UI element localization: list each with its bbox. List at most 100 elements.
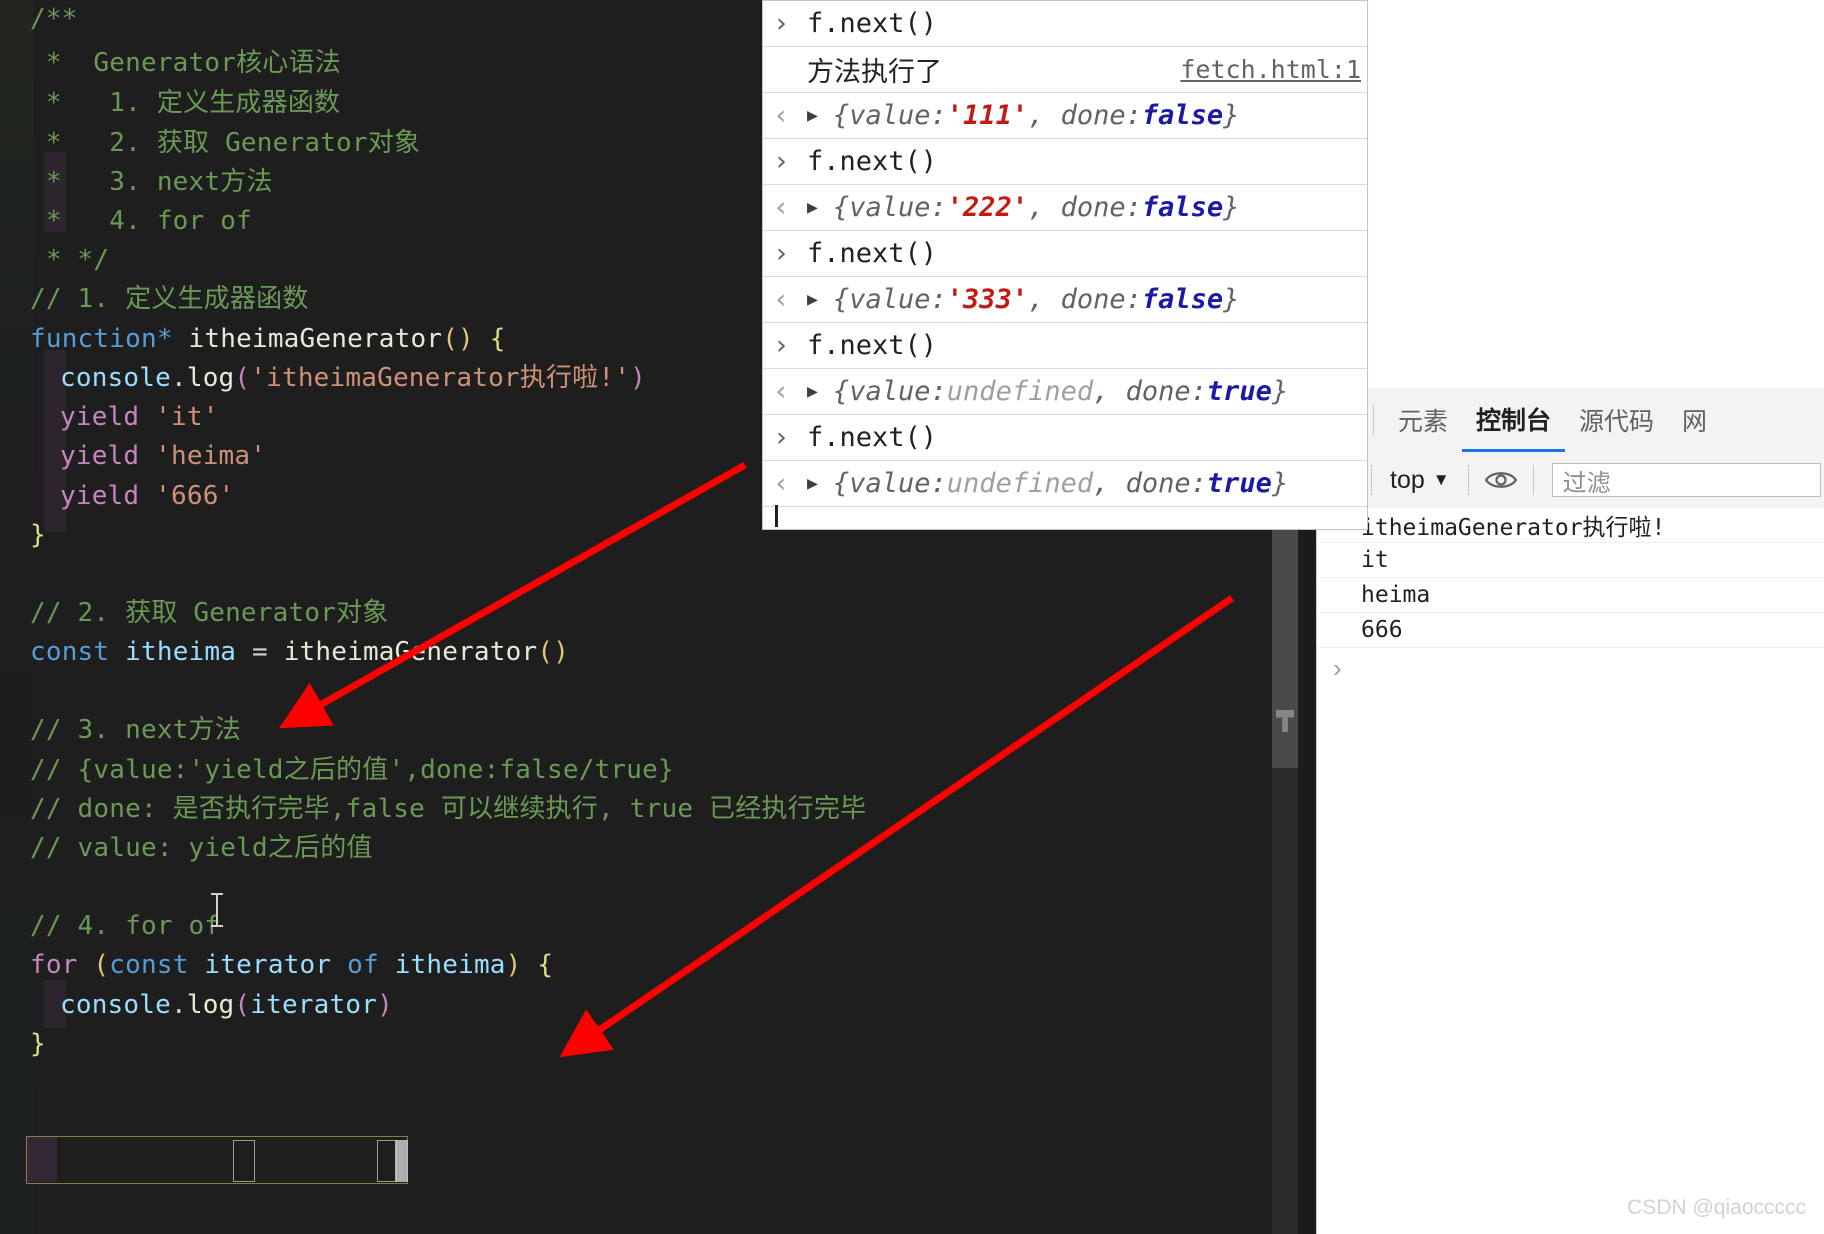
code-line[interactable]: * 3. next方法 — [30, 163, 273, 203]
live-expression-button[interactable] — [1479, 458, 1523, 502]
bracket-match-open — [233, 1140, 255, 1182]
console-prompt[interactable]: › — [1317, 648, 1824, 688]
result-chevron-icon: ‹ — [773, 192, 790, 223]
result-value: undefined — [946, 376, 1094, 407]
code-token: } — [30, 520, 46, 550]
console-input-row: › f.next() — [763, 1, 1367, 47]
code-token: } — [30, 1029, 46, 1059]
chevron-down-icon: ▼ — [1432, 470, 1450, 489]
input-chevron-icon: › — [773, 422, 790, 453]
code-token: 'itheimaGenerator执行啦!' — [250, 363, 631, 393]
bracket-match-close — [377, 1140, 397, 1182]
code-token: log — [186, 363, 235, 393]
console-result-row: ‹ ▶ {value: undefined, done: true} — [763, 369, 1367, 415]
code-line[interactable]: // 2. 获取 Generator对象 — [30, 594, 388, 634]
code-line[interactable]: * 4. for of — [30, 202, 252, 242]
code-line[interactable]: // done: 是否执行完毕,false 可以继续执行, true 已经执行完… — [30, 790, 866, 830]
result-done: false — [1141, 192, 1224, 223]
code-line[interactable]: } — [30, 1025, 46, 1065]
code-token: of — [347, 950, 379, 980]
code-line[interactable]: * Generator核心语法 — [30, 44, 341, 84]
code-line[interactable]: } — [30, 516, 46, 556]
code-line[interactable]: yield '666' — [60, 477, 234, 517]
code-line[interactable]: /** — [30, 0, 78, 40]
code-line[interactable]: for (const iterator of itheima) { — [30, 946, 553, 986]
console-result-row: ‹ ▶ {value: '111', done: false} — [763, 93, 1367, 139]
code-line[interactable]: // 4. for of — [30, 907, 220, 947]
context-selector-label: top — [1390, 465, 1425, 494]
code-token: yield — [60, 441, 140, 471]
code-token: * Generator核心语法 — [30, 48, 341, 78]
code-token: iterator — [250, 990, 378, 1020]
eye-icon — [1484, 472, 1517, 488]
code-token: . — [170, 363, 187, 393]
code-token: // done: 是否执行完毕,false 可以继续执行, true 已经执行完… — [30, 794, 867, 824]
filter-input[interactable]: 过滤 — [1551, 463, 1821, 497]
code-token: * */ — [30, 245, 110, 275]
result-value: '333' — [946, 284, 1029, 315]
code-token: /** — [30, 4, 78, 34]
console-input-text: f.next() — [807, 8, 938, 39]
object-mid: , done: — [1028, 284, 1142, 315]
tab-sources[interactable]: 源代码 — [1565, 388, 1668, 452]
console-input-text: f.next() — [807, 422, 938, 453]
console-input-row: › f.next() — [763, 231, 1367, 277]
code-line[interactable]: * 1. 定义生成器函数 — [30, 84, 340, 124]
code-token: ( — [234, 363, 251, 393]
code-token: ( — [93, 950, 110, 980]
code-token: const — [30, 637, 110, 667]
csdn-watermark: CSDN @qiaoccccc — [1627, 1196, 1806, 1219]
context-selector[interactable]: top ▼ — [1382, 466, 1458, 495]
console-input-text: f.next() — [807, 146, 938, 177]
expand-triangle-icon[interactable]: ▶ — [807, 289, 833, 310]
code-line[interactable]: yield 'it' — [60, 398, 219, 438]
code-token: yield — [60, 481, 140, 511]
code-line[interactable]: // 3. next方法 — [30, 711, 241, 751]
tab-network[interactable]: 网 — [1668, 388, 1721, 452]
console-toolbar[interactable]: top ▼ 过滤 — [1317, 452, 1824, 509]
console-log-row: 666 — [1317, 613, 1824, 648]
object-mid: , done: — [1093, 468, 1207, 499]
code-token: ) — [630, 363, 646, 393]
code-line[interactable]: // {value:'yield之后的值',done:false/true} — [30, 751, 674, 791]
code-line[interactable]: function* itheimaGenerator() { — [30, 320, 506, 360]
object-mid: , done: — [1028, 192, 1142, 223]
code-line[interactable]: // value: yield之后的值 — [30, 829, 373, 869]
console-input-text: f.next() — [807, 330, 938, 361]
console-input-row: › f.next() — [763, 415, 1367, 461]
code-token: ( — [234, 990, 251, 1020]
result-chevron-icon: ‹ — [773, 468, 790, 499]
console-output[interactable]: itheimaGenerator执行啦! it heima 666 › — [1317, 508, 1824, 1234]
object-mid: , done: — [1093, 376, 1207, 407]
code-line[interactable]: * 2. 获取 Generator对象 — [30, 124, 420, 164]
console-source-link[interactable]: fetch.html:1 — [1180, 55, 1361, 84]
code-token: 'heima' — [155, 441, 267, 471]
code-token: // 4. for of — [30, 911, 221, 941]
code-line[interactable]: console.log(iterator) — [60, 986, 393, 1026]
expand-triangle-icon[interactable]: ▶ — [807, 105, 833, 126]
expand-triangle-icon[interactable]: ▶ — [807, 197, 833, 218]
result-done: false — [1141, 100, 1224, 131]
expand-triangle-icon[interactable]: ▶ — [807, 381, 833, 402]
console-input-row: › f.next() — [763, 139, 1367, 185]
code-token: yield — [60, 402, 140, 432]
code-line[interactable]: yield 'heima' — [60, 437, 266, 477]
devtools-panel[interactable]: 元素 控制台 源代码 网 top ▼ 过滤 itheimaGenerator执行… — [1316, 388, 1824, 1234]
tab-elements-label: 元素 — [1398, 408, 1449, 436]
code-line[interactable]: // 1. 定义生成器函数 — [30, 280, 309, 320]
devtools-tabbar[interactable]: 元素 控制台 源代码 网 — [1317, 388, 1824, 453]
code-token: () — [537, 637, 570, 667]
code-line[interactable]: * */ — [30, 241, 109, 281]
code-token: log — [186, 990, 235, 1020]
tab-elements[interactable]: 元素 — [1384, 388, 1462, 452]
tab-console[interactable]: 控制台 — [1462, 388, 1566, 452]
expand-triangle-icon[interactable]: ▶ — [807, 473, 833, 494]
code-line[interactable]: console.log('itheimaGenerator执行啦!') — [60, 359, 646, 399]
overlay-input-caret — [775, 505, 778, 527]
console-screenshot-overlay[interactable]: › f.next() 方法执行了 fetch.html:1 ‹ ▶ {value: '111… — [762, 0, 1368, 530]
code-line[interactable]: const itheima = itheimaGenerator() — [30, 633, 569, 673]
